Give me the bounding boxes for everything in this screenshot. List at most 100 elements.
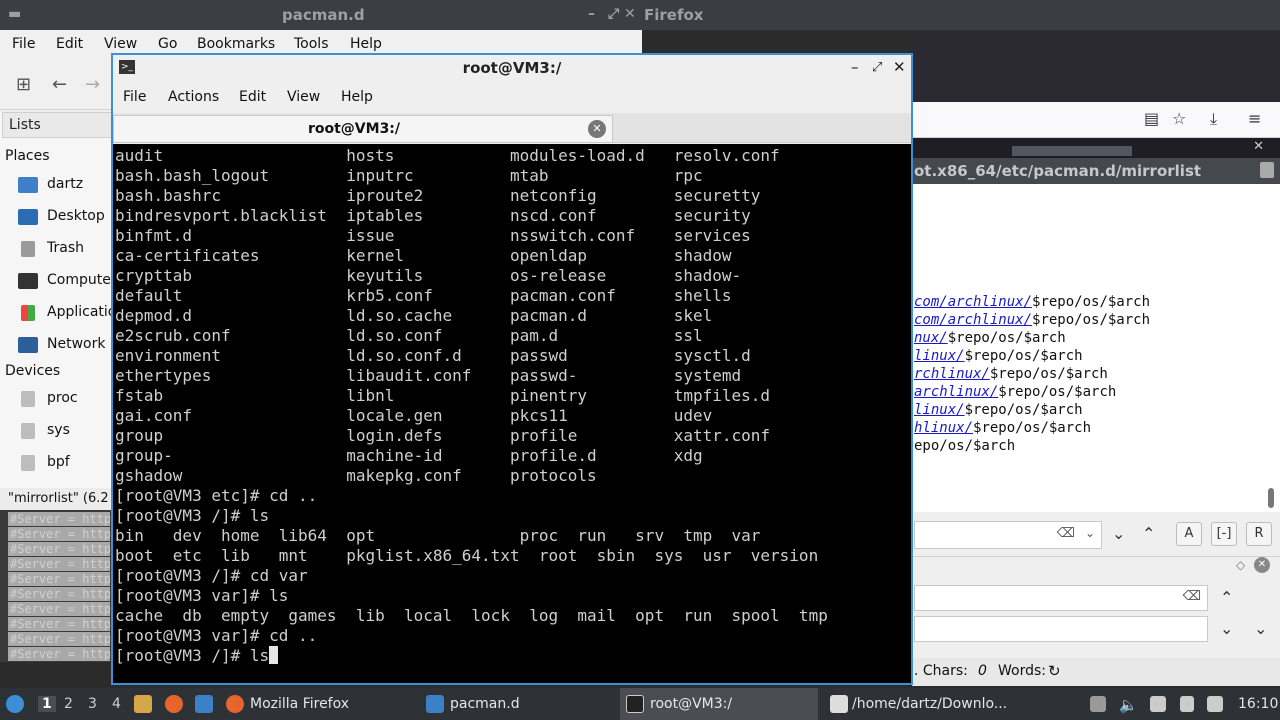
chevron-down-icon[interactable]: ⌄: [1085, 526, 1095, 540]
task-pacman-d[interactable]: pacman.d: [422, 688, 612, 720]
mirror-link[interactable]: linux/: [914, 348, 965, 364]
minimize-icon[interactable]: –: [588, 6, 595, 22]
sidebar-item-dartz[interactable]: dartz: [18, 174, 112, 198]
maximize-icon[interactable]: ⤢: [872, 60, 882, 75]
show-desktop-icon[interactable]: [195, 695, 213, 713]
menu-view[interactable]: View: [104, 36, 137, 52]
close-icon[interactable]: [1260, 162, 1274, 178]
mirror-link[interactable]: rchlinux/: [914, 366, 990, 382]
terminal-output[interactable]: audit hosts modules-load.d resolv.conf b…: [113, 144, 911, 683]
close-icon[interactable]: ✕: [893, 58, 906, 76]
menu-actions[interactable]: Actions: [168, 89, 219, 105]
editor-line: archlinux/$repo/os/$arch: [914, 384, 1116, 400]
volume-icon[interactable]: 🔈: [1119, 696, 1138, 714]
editor-scrollbar[interactable]: [1268, 488, 1274, 508]
status-text: "mirrorlist" (6.2: [8, 491, 109, 506]
keyboard-layout-icon[interactable]: [1207, 696, 1223, 712]
sidebar-item-proc[interactable]: proc: [18, 388, 112, 412]
menu-file[interactable]: File: [123, 89, 146, 105]
menu-bookmarks[interactable]: Bookmarks: [197, 36, 275, 52]
sidebar-item-applications[interactable]: Applications: [18, 302, 112, 326]
new-tab-icon[interactable]: ⊞: [16, 74, 31, 95]
hamburger-menu-icon[interactable]: ≡: [1248, 109, 1261, 128]
find-input[interactable]: ⌫ ⌄: [914, 521, 1102, 549]
mirror-link[interactable]: hlinux/: [914, 420, 973, 436]
clipboard-icon[interactable]: [1180, 696, 1194, 712]
forward-arrow-icon[interactable]: →: [85, 74, 100, 95]
replace-input[interactable]: ⌫: [914, 585, 1208, 611]
sidebar-item-desktop[interactable]: Desktop: [18, 206, 112, 230]
sidebar-item-label: Computer: [47, 272, 112, 288]
menu-view[interactable]: View: [287, 89, 320, 105]
close-tab-icon[interactable]: ✕: [588, 120, 606, 138]
menu-help[interactable]: Help: [350, 36, 382, 52]
close-icon[interactable]: ✕: [624, 6, 636, 22]
refresh-icon[interactable]: ↻: [1048, 662, 1061, 680]
workspace-2[interactable]: 2: [64, 696, 73, 712]
firefox-launcher-icon[interactable]: [165, 695, 183, 713]
chevron-down-icon[interactable]: ⌄: [1254, 619, 1267, 638]
workspace-3[interactable]: 3: [88, 696, 97, 712]
close-icon[interactable]: ✕: [1254, 557, 1270, 573]
terminal-titlebar[interactable]: >_ root@VM3:/ – ⤢ ✕: [113, 55, 911, 81]
terminal-tab[interactable]: root@VM3:/ ✕: [113, 115, 613, 143]
terminal-line: bash.bash_logout inputrc mtab rpc: [115, 166, 703, 185]
mirrorlist-fragment: #Server = http #Server = http #Server = …: [0, 510, 112, 662]
mirror-link[interactable]: com/archlinux/: [914, 294, 1032, 310]
reader-view-icon[interactable]: ▤: [1144, 109, 1159, 128]
file-manager-sidebar: Lists Places dartz Desktop Trash Compute…: [0, 112, 112, 488]
diamond-icon: ◇: [1236, 558, 1246, 572]
menu-edit[interactable]: Edit: [239, 89, 266, 105]
terminal-line: boot etc lib mnt pkglist.x86_64.txt root…: [115, 546, 819, 565]
mirror-link[interactable]: nux/: [914, 330, 948, 346]
menu-go[interactable]: Go: [158, 36, 177, 52]
workspace-1[interactable]: 1: [38, 696, 56, 712]
find-next-icon[interactable]: ⌄: [1112, 524, 1125, 543]
sidebar-item-trash[interactable]: Trash: [18, 238, 112, 262]
sidebar-item-label: bpf: [47, 454, 70, 470]
find-previous-icon[interactable]: ⌃: [1142, 524, 1155, 543]
task-firefox[interactable]: Mozilla Firefox: [222, 688, 412, 720]
firefox-window-titlebar[interactable]: Firefox: [642, 0, 1280, 30]
side-pane-mode-select[interactable]: Lists: [2, 112, 112, 138]
mirror-link[interactable]: com/archlinux/: [914, 312, 1032, 328]
editor-text-area[interactable]: com/archlinux/$repo/os/$arch com/archlin…: [912, 184, 1280, 512]
bookmark-star-icon[interactable]: ☆: [1172, 109, 1186, 128]
whole-words-button[interactable]: [-]: [1211, 522, 1237, 546]
menu-help[interactable]: Help: [341, 89, 373, 105]
tab-fragment[interactable]: [1012, 146, 1132, 156]
match-case-button[interactable]: A: [1176, 522, 1202, 546]
regex-button[interactable]: R: [1246, 522, 1272, 546]
mirror-link[interactable]: linux/: [914, 402, 965, 418]
task-terminal[interactable]: root@VM3:/: [620, 688, 818, 720]
mirror-line: #Server = http: [8, 572, 110, 586]
workspace-4[interactable]: 4: [112, 696, 121, 712]
file-manager-statusbar: "mirrorlist" (6.2: [0, 488, 112, 510]
sidebar-item-bpf[interactable]: bpf: [18, 452, 112, 476]
app-menu-icon[interactable]: [6, 695, 24, 713]
pacman-window-titlebar[interactable]: ▬ pacman.d – ⤢ ✕: [0, 0, 642, 30]
menu-edit[interactable]: Edit: [56, 36, 83, 52]
minimize-icon[interactable]: –: [851, 58, 859, 76]
close-icon[interactable]: ✕: [1253, 139, 1264, 154]
updates-icon[interactable]: [1090, 696, 1106, 712]
task-text-editor[interactable]: /home/dartz/Downlo...: [826, 688, 1026, 720]
network-icon[interactable]: [1150, 696, 1166, 712]
clear-text-icon[interactable]: ⌫: [1183, 589, 1201, 604]
mirror-link[interactable]: archlinux/: [914, 384, 998, 400]
download-icon[interactable]: ⤓: [1210, 109, 1217, 129]
chevron-down-icon[interactable]: ⌄: [1220, 619, 1233, 638]
menu-file[interactable]: File: [12, 36, 35, 52]
menu-tools[interactable]: Tools: [294, 36, 329, 52]
editor-titlebar[interactable]: ot.x86_64/etc/pacman.d/mirrorlist: [912, 158, 1280, 184]
chevron-up-icon[interactable]: ⌃: [1220, 588, 1233, 607]
sidebar-item-network[interactable]: Network: [18, 334, 112, 358]
replace-with-input[interactable]: [914, 616, 1208, 642]
file-manager-launcher-icon[interactable]: [134, 695, 152, 713]
maximize-icon[interactable]: ⤢: [608, 6, 619, 22]
clock[interactable]: 16:10: [1238, 696, 1278, 712]
clear-text-icon[interactable]: ⌫: [1057, 526, 1075, 541]
back-arrow-icon[interactable]: ←: [52, 74, 67, 95]
sidebar-item-computer[interactable]: Computer: [18, 270, 112, 294]
sidebar-item-sys[interactable]: sys: [18, 420, 112, 444]
